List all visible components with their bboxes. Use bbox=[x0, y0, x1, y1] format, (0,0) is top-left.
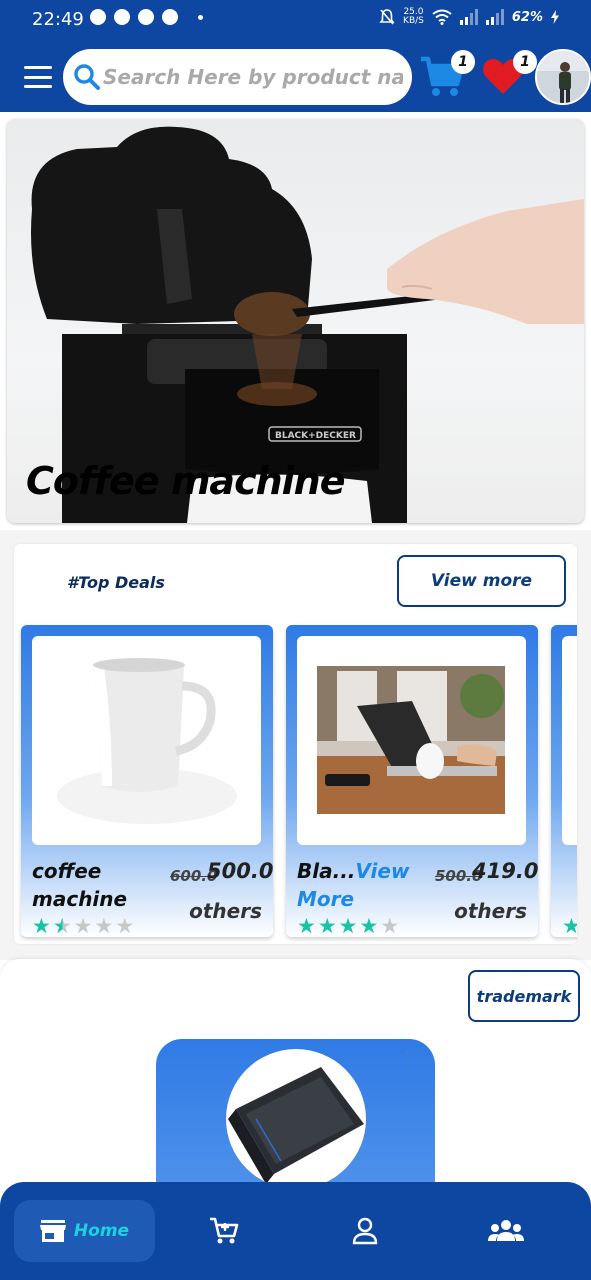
speed-unit: KB/S bbox=[403, 16, 424, 26]
star-empty-icon: ★ bbox=[73, 914, 93, 937]
product-price: 419.0 bbox=[472, 859, 538, 883]
more-options-icon[interactable] bbox=[405, 1051, 411, 1069]
whatsapp-icon bbox=[90, 9, 106, 25]
menu-icon[interactable] bbox=[24, 64, 52, 90]
laptop-desk-image bbox=[317, 666, 505, 814]
wifi-icon bbox=[432, 9, 452, 25]
search-input[interactable] bbox=[103, 49, 403, 105]
hero-banner[interactable]: BLACK+DECKER Coffee machine bbox=[7, 119, 584, 523]
app-header: 22:49 25.0 KB/S 62% Search Here by produ… bbox=[0, 0, 591, 112]
product-image bbox=[297, 636, 526, 845]
mug-image bbox=[57, 658, 237, 824]
snapchat-icon bbox=[114, 9, 130, 25]
mute-icon bbox=[379, 9, 395, 25]
cart-icon bbox=[210, 1217, 239, 1244]
section-title: #Top Deals bbox=[67, 573, 165, 592]
wishlist-count-badge: 1 bbox=[513, 50, 537, 74]
nav-home[interactable]: Home bbox=[14, 1200, 155, 1262]
nav-community[interactable] bbox=[488, 1214, 524, 1248]
product-image bbox=[32, 636, 261, 845]
cart-button[interactable]: 1 bbox=[419, 50, 475, 102]
product-image bbox=[562, 636, 577, 845]
signal-icon-2 bbox=[485, 9, 504, 25]
user-photo bbox=[537, 51, 589, 103]
store-icon bbox=[39, 1220, 66, 1242]
group-icon bbox=[488, 1220, 524, 1241]
status-bar: 22:49 25.0 KB/S 62% bbox=[0, 0, 591, 38]
charging-icon bbox=[551, 10, 559, 24]
nav-profile[interactable] bbox=[347, 1214, 383, 1248]
nav-home-label: Home bbox=[73, 1221, 130, 1241]
search-icon[interactable] bbox=[73, 63, 101, 91]
product-name: Bla...View More bbox=[297, 857, 427, 913]
more-notifications-dot bbox=[198, 15, 203, 20]
network-speed: 25.0 KB/S bbox=[403, 8, 424, 26]
battery-level: 62% bbox=[511, 9, 543, 25]
status-time: 22:49 bbox=[32, 9, 84, 30]
product-card-partial[interactable]: ★ bbox=[551, 625, 577, 937]
laptop-image bbox=[228, 1067, 364, 1184]
brand-label: BLACK+DECKER bbox=[275, 431, 356, 441]
star-half-icon: ★ bbox=[52, 914, 72, 937]
person-icon bbox=[352, 1217, 378, 1245]
bottom-navigation: Home bbox=[0, 1182, 591, 1280]
star-icon: ★ bbox=[297, 914, 316, 937]
search-bar[interactable] bbox=[63, 49, 412, 105]
star-icon: ★ bbox=[359, 914, 379, 937]
nav-cart[interactable] bbox=[206, 1214, 242, 1248]
trademark-button[interactable]: trademark bbox=[468, 970, 580, 1022]
star-icon: ★ bbox=[32, 914, 51, 937]
notification-icons bbox=[90, 9, 203, 25]
product-card[interactable]: coffee machine 600.0 500.0 others ★ ★ ★ … bbox=[21, 625, 273, 937]
trademark-image bbox=[226, 1049, 366, 1189]
wishlist-button[interactable]: 1 bbox=[481, 50, 537, 102]
avatar[interactable] bbox=[535, 49, 591, 105]
star-icon: ★ bbox=[317, 914, 337, 937]
star-icon: ★ bbox=[562, 914, 577, 937]
rating-stars: ★ ★ ★ ★ ★ bbox=[32, 916, 134, 937]
status-right: 25.0 KB/S 62% bbox=[379, 8, 559, 26]
product-price: 500.0 bbox=[207, 859, 273, 883]
product-seller: others bbox=[454, 899, 527, 923]
star-icon: ★ bbox=[338, 914, 358, 937]
cart-count-badge: 1 bbox=[451, 50, 475, 74]
product-card[interactable]: Bla...View More 500.0 419.0 others ★ ★ ★… bbox=[286, 625, 538, 937]
product-seller: others bbox=[189, 899, 262, 923]
view-more-button[interactable]: View more bbox=[397, 555, 566, 607]
signal-icon bbox=[459, 9, 478, 25]
star-empty-icon: ★ bbox=[380, 914, 400, 937]
product-name: coffee machine bbox=[32, 859, 128, 911]
rating-stars: ★ ★ ★ ★ ★ bbox=[297, 916, 399, 937]
banner-title: Coffee machine bbox=[26, 459, 345, 503]
sync-icon bbox=[138, 9, 154, 25]
top-deals-section: #Top Deals View more coffee machine 600.… bbox=[14, 544, 577, 944]
product-name-text: Bla... bbox=[297, 859, 356, 883]
pinterest-icon bbox=[162, 9, 178, 25]
rating-stars: ★ bbox=[562, 916, 577, 937]
star-empty-icon: ★ bbox=[94, 914, 114, 937]
star-empty-icon: ★ bbox=[115, 914, 135, 937]
